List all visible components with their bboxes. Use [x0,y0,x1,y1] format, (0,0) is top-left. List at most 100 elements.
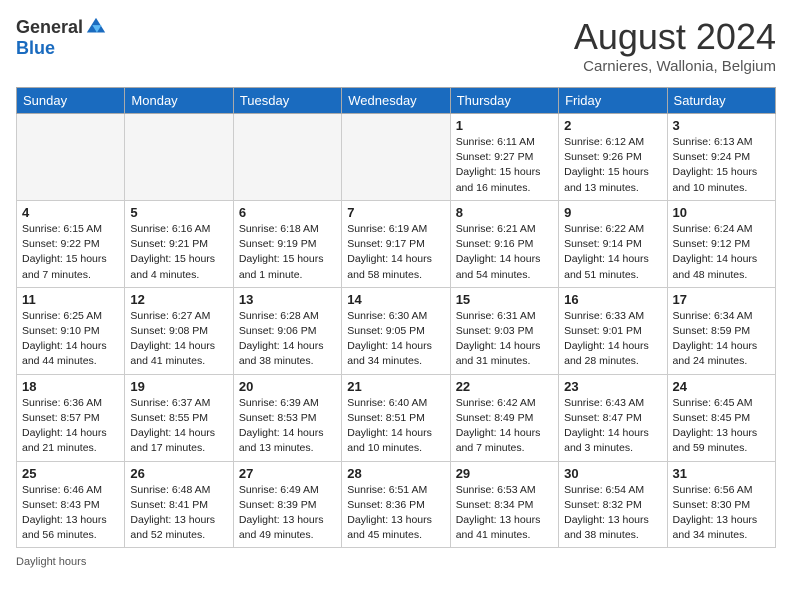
day-info: Sunrise: 6:36 AM Sunset: 8:57 PM Dayligh… [22,396,119,457]
calendar-day-cell: 19 Sunrise: 6:37 AM Sunset: 8:55 PM Dayli… [125,374,233,461]
day-number: 27 [239,466,336,481]
day-info: Sunrise: 6:25 AM Sunset: 9:10 PM Dayligh… [22,309,119,370]
calendar-col-header: Thursday [450,88,558,114]
day-info: Sunrise: 6:31 AM Sunset: 9:03 PM Dayligh… [456,309,553,370]
day-number: 15 [456,292,553,307]
day-number: 28 [347,466,444,481]
day-number: 4 [22,205,119,220]
calendar-day-cell: 6 Sunrise: 6:18 AM Sunset: 9:19 PM Daylig… [233,200,341,287]
daylight-hours-label: Daylight hours [16,556,86,568]
calendar-week-row: 25 Sunrise: 6:46 AM Sunset: 8:43 PM Dayli… [17,461,776,548]
day-info: Sunrise: 6:19 AM Sunset: 9:17 PM Dayligh… [347,222,444,283]
day-number: 31 [673,466,770,481]
calendar-day-cell [17,114,125,201]
day-number: 20 [239,379,336,394]
calendar-day-cell: 24Sunrise: 6:45 AM Sunset: 8:45 PM Dayli… [667,374,775,461]
header: General Blue August 2024 Carnieres, Wall… [16,16,776,75]
day-info: Sunrise: 6:40 AM Sunset: 8:51 PM Dayligh… [347,396,444,457]
logo-text: General [16,16,107,38]
day-number: 21 [347,379,444,394]
calendar-col-header: Wednesday [342,88,450,114]
day-info: Sunrise: 6:54 AM Sunset: 8:32 PM Dayligh… [564,483,661,544]
day-number: 2 [564,118,661,133]
calendar-day-cell: 16Sunrise: 6:33 AM Sunset: 9:01 PM Dayli… [559,287,667,374]
calendar-week-row: 1Sunrise: 6:11 AM Sunset: 9:27 PM Daylig… [17,114,776,201]
day-info: Sunrise: 6:46 AM Sunset: 8:43 PM Dayligh… [22,483,119,544]
calendar-col-header: Friday [559,88,667,114]
day-info: Sunrise: 6:53 AM Sunset: 8:34 PM Dayligh… [456,483,553,544]
day-number: 17 [673,292,770,307]
day-info: Sunrise: 6:37 AM Sunset: 8:55 PM Dayligh… [130,396,227,457]
calendar-day-cell: 8Sunrise: 6:21 AM Sunset: 9:16 PM Daylig… [450,200,558,287]
day-info: Sunrise: 6:34 AM Sunset: 8:59 PM Dayligh… [673,309,770,370]
day-info: Sunrise: 6:48 AM Sunset: 8:41 PM Dayligh… [130,483,227,544]
calendar-day-cell: 3 Sunrise: 6:13 AM Sunset: 9:24 PM Daylig… [667,114,775,201]
calendar-header-row: SundayMondayTuesdayWednesdayThursdayFrid… [17,88,776,114]
calendar-day-cell [233,114,341,201]
day-info: Sunrise: 6:11 AM Sunset: 9:27 PM Dayligh… [456,135,553,196]
calendar-day-cell: 15 Sunrise: 6:31 AM Sunset: 9:03 PM Dayli… [450,287,558,374]
calendar-day-cell [125,114,233,201]
title-block: August 2024 Carnieres, Wallonia, Belgium [574,16,776,75]
day-number: 30 [564,466,661,481]
calendar-day-cell: 18 Sunrise: 6:36 AM Sunset: 8:57 PM Dayli… [17,374,125,461]
day-info: Sunrise: 6:43 AM Sunset: 8:47 PM Dayligh… [564,396,661,457]
day-info: Sunrise: 6:18 AM Sunset: 9:19 PM Dayligh… [239,222,336,283]
day-info: Sunrise: 6:21 AM Sunset: 9:16 PM Dayligh… [456,222,553,283]
calendar-day-cell: 4 Sunrise: 6:15 AM Sunset: 9:22 PM Daylig… [17,200,125,287]
day-info: Sunrise: 6:15 AM Sunset: 9:22 PM Dayligh… [22,222,119,283]
logo: General Blue [16,16,107,59]
calendar-week-row: 18 Sunrise: 6:36 AM Sunset: 8:57 PM Dayli… [17,374,776,461]
calendar-day-cell: 31Sunrise: 6:56 AM Sunset: 8:30 PM Dayli… [667,461,775,548]
calendar-day-cell: 26Sunrise: 6:48 AM Sunset: 8:41 PM Dayli… [125,461,233,548]
day-info: Sunrise: 6:12 AM Sunset: 9:26 PM Dayligh… [564,135,661,196]
day-info: Sunrise: 6:13 AM Sunset: 9:24 PM Dayligh… [673,135,770,196]
day-info: Sunrise: 6:39 AM Sunset: 8:53 PM Dayligh… [239,396,336,457]
calendar-col-header: Monday [125,88,233,114]
calendar-day-cell: 21 Sunrise: 6:40 AM Sunset: 8:51 PM Dayli… [342,374,450,461]
day-info: Sunrise: 6:28 AM Sunset: 9:06 PM Dayligh… [239,309,336,370]
day-info: Sunrise: 6:16 AM Sunset: 9:21 PM Dayligh… [130,222,227,283]
page: General Blue August 2024 Carnieres, Wall… [0,0,792,578]
calendar-day-cell: 23Sunrise: 6:43 AM Sunset: 8:47 PM Dayli… [559,374,667,461]
calendar-table: SundayMondayTuesdayWednesdayThursdayFrid… [16,87,776,548]
calendar-week-row: 4 Sunrise: 6:15 AM Sunset: 9:22 PM Daylig… [17,200,776,287]
calendar-day-cell: 14Sunrise: 6:30 AM Sunset: 9:05 PM Dayli… [342,287,450,374]
day-number: 19 [130,379,227,394]
day-number: 12 [130,292,227,307]
day-info: Sunrise: 6:24 AM Sunset: 9:12 PM Dayligh… [673,222,770,283]
calendar-day-cell: 25 Sunrise: 6:46 AM Sunset: 8:43 PM Dayli… [17,461,125,548]
calendar-day-cell: 13Sunrise: 6:28 AM Sunset: 9:06 PM Dayli… [233,287,341,374]
calendar-day-cell: 10Sunrise: 6:24 AM Sunset: 9:12 PM Dayli… [667,200,775,287]
calendar-day-cell: 29 Sunrise: 6:53 AM Sunset: 8:34 PM Dayli… [450,461,558,548]
day-number: 29 [456,466,553,481]
day-number: 11 [22,292,119,307]
month-year-title: August 2024 [574,16,776,58]
calendar-day-cell: 17 Sunrise: 6:34 AM Sunset: 8:59 PM Dayli… [667,287,775,374]
day-number: 25 [22,466,119,481]
calendar-day-cell: 30 Sunrise: 6:54 AM Sunset: 8:32 PM Dayli… [559,461,667,548]
calendar-day-cell: 7Sunrise: 6:19 AM Sunset: 9:17 PM Daylig… [342,200,450,287]
day-info: Sunrise: 6:27 AM Sunset: 9:08 PM Dayligh… [130,309,227,370]
day-info: Sunrise: 6:45 AM Sunset: 8:45 PM Dayligh… [673,396,770,457]
calendar-day-cell: 20 Sunrise: 6:39 AM Sunset: 8:53 PM Dayli… [233,374,341,461]
logo-blue: Blue [16,38,55,59]
day-number: 5 [130,205,227,220]
location-subtitle: Carnieres, Wallonia, Belgium [574,58,776,75]
day-info: Sunrise: 6:42 AM Sunset: 8:49 PM Dayligh… [456,396,553,457]
calendar-col-header: Sunday [17,88,125,114]
day-number: 6 [239,205,336,220]
calendar-day-cell: 5 Sunrise: 6:16 AM Sunset: 9:21 PM Daylig… [125,200,233,287]
calendar-day-cell: 11 Sunrise: 6:25 AM Sunset: 9:10 PM Dayli… [17,287,125,374]
day-info: Sunrise: 6:30 AM Sunset: 9:05 PM Dayligh… [347,309,444,370]
calendar-day-cell: 9Sunrise: 6:22 AM Sunset: 9:14 PM Daylig… [559,200,667,287]
day-number: 9 [564,205,661,220]
calendar-day-cell: 22Sunrise: 6:42 AM Sunset: 8:49 PM Dayli… [450,374,558,461]
day-number: 3 [673,118,770,133]
calendar-day-cell [342,114,450,201]
day-number: 18 [22,379,119,394]
day-info: Sunrise: 6:51 AM Sunset: 8:36 PM Dayligh… [347,483,444,544]
calendar-col-header: Tuesday [233,88,341,114]
logo-general: General [16,17,83,38]
calendar-day-cell: 28 Sunrise: 6:51 AM Sunset: 8:36 PM Dayli… [342,461,450,548]
